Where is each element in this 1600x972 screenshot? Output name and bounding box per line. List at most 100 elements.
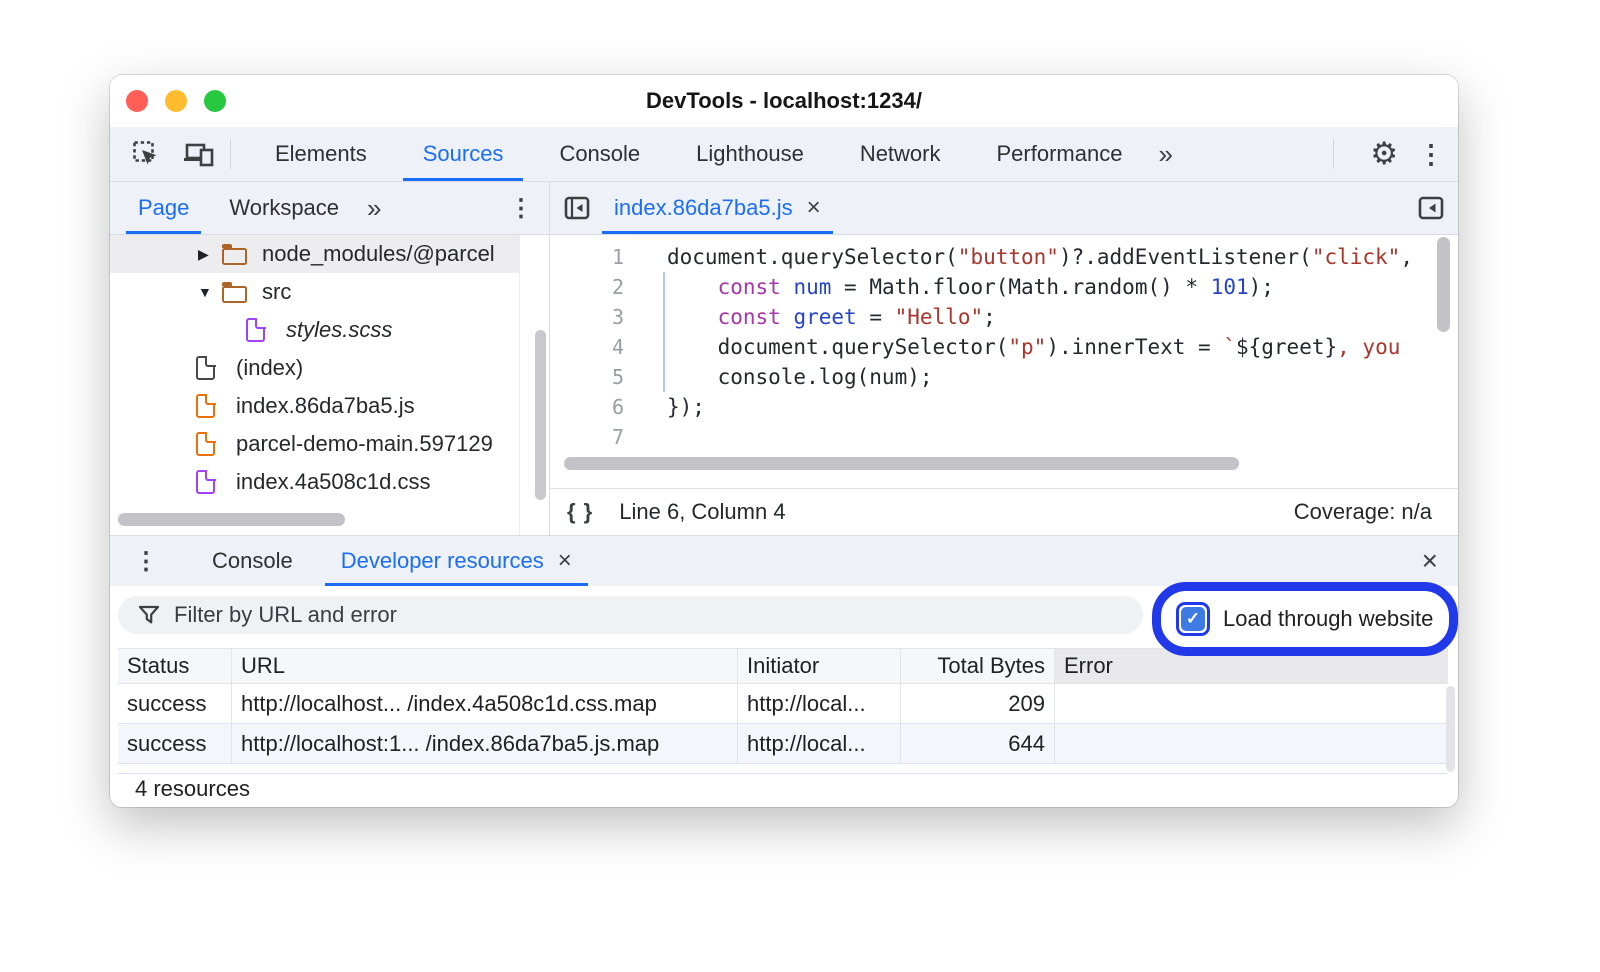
panel-tab-elements[interactable]: Elements <box>247 127 395 181</box>
tree-item-label: src <box>262 279 291 305</box>
line-number[interactable]: 6 <box>550 392 624 422</box>
load-through-website-checkbox[interactable]: ✓ <box>1176 602 1210 636</box>
line-number[interactable]: 3 <box>550 302 624 332</box>
tree-item-label: parcel-demo-main.597129 <box>236 431 493 457</box>
table-row[interactable]: successhttp://localhost... /index.4a508c… <box>118 684 1448 724</box>
inspect-element-icon[interactable] <box>132 140 160 168</box>
close-tab-icon[interactable]: × <box>807 194 821 222</box>
close-icon[interactable]: × <box>558 547 572 575</box>
line-number[interactable]: 2 <box>550 272 624 302</box>
code-text[interactable]: console.log(num); <box>667 362 933 392</box>
tree-item-styles-scss[interactable]: styles.scss <box>110 311 519 349</box>
traffic-lights <box>126 90 226 112</box>
drawer-menu-icon[interactable]: ⋮ <box>134 547 158 576</box>
code-text[interactable]: document.querySelector("button")?.addEve… <box>667 242 1413 272</box>
panel-tab-sources[interactable]: Sources <box>395 127 532 181</box>
window-title: DevTools - localhost:1234/ <box>110 75 1458 127</box>
line-number[interactable]: 7 <box>550 422 624 452</box>
panel-tab-performance[interactable]: Performance <box>969 127 1151 181</box>
tree-item-label: styles.scss <box>286 317 392 343</box>
table-vertical-scrollbar[interactable] <box>1446 686 1455 772</box>
navigator-tab-page[interactable]: Page <box>118 182 209 234</box>
code-text[interactable]: const greet = "Hello"; <box>667 302 996 332</box>
code-line: 6}); <box>550 392 1458 422</box>
chevron-collapsed-icon[interactable]: ▶ <box>198 246 222 263</box>
code-text[interactable]: const num = Math.floor(Math.random() * 1… <box>667 272 1274 302</box>
sidebar-horizontal-scrollbar[interactable] <box>118 513 345 526</box>
code-editor[interactable]: 1 document.querySelector("button")?.addEv… <box>550 235 1458 488</box>
customize-menu-icon[interactable]: ⋮ <box>1418 139 1444 170</box>
device-toolbar-icon[interactable] <box>184 141 214 167</box>
tree-item-label: (index) <box>236 355 303 381</box>
drawer-tabs: Console Developer resources× <box>188 536 596 586</box>
column-header-url[interactable]: URL <box>232 649 738 683</box>
cell-error <box>1055 724 1448 763</box>
titlebar: DevTools - localhost:1234/ <box>110 75 1458 127</box>
editor-vertical-scrollbar[interactable] <box>1437 237 1450 332</box>
cell-total-bytes: 209 <box>901 684 1055 723</box>
drawer-tab-console[interactable]: Console <box>188 536 317 586</box>
panel-tab-console[interactable]: Console <box>531 127 668 181</box>
resources-table: StatusURLInitiatorTotal BytesErrorsucces… <box>118 648 1448 774</box>
drawer-tab-bar: ⋮ Console Developer resources× × <box>110 536 1458 586</box>
drawer-tab-developer-resources[interactable]: Developer resources× <box>317 536 596 586</box>
toolbar-divider <box>230 139 231 169</box>
code-text[interactable]: document.querySelector("p").innerText = … <box>667 332 1400 362</box>
line-number[interactable]: 1 <box>550 242 624 272</box>
editor-horizontal-scrollbar[interactable] <box>564 457 1239 470</box>
file-icon <box>196 356 215 380</box>
tree-item-index-86da7ba5-js[interactable]: index.86da7ba5.js <box>110 387 519 425</box>
cursor-position: Line 6, Column 4 <box>619 499 785 525</box>
line-number[interactable]: 4 <box>550 332 624 362</box>
pretty-print-icon[interactable]: { } <box>567 499 593 525</box>
panel-tab-lighthouse[interactable]: Lighthouse <box>668 127 832 181</box>
tree-item-index-4a508c1d-css[interactable]: index.4a508c1d.css <box>110 463 519 501</box>
column-header-initiator[interactable]: Initiator <box>738 649 901 683</box>
tab-label: Lighthouse <box>696 141 804 167</box>
tree-item-index[interactable]: (index) <box>110 349 519 387</box>
close-drawer-icon[interactable]: × <box>1422 536 1438 586</box>
tree-item-src[interactable]: ▼ src <box>110 273 519 311</box>
cell-url: http://localhost... /index.4a508c1d.css.… <box>232 684 738 723</box>
editor-tab-bar: index.86da7ba5.js × <box>550 182 1458 235</box>
more-navigator-tabs-icon[interactable]: » <box>359 193 389 224</box>
toggle-debugger-sidebar-icon[interactable] <box>1418 195 1444 221</box>
settings-gear-icon[interactable]: ⚙ <box>1370 136 1398 172</box>
column-header-status[interactable]: Status <box>118 649 232 683</box>
sidebar-vertical-scrollbar[interactable] <box>535 330 546 500</box>
annotation-highlight: ✓ Load through website <box>1152 582 1458 656</box>
column-header-total-bytes[interactable]: Total Bytes <box>901 649 1055 683</box>
navigator-tab-bar: PageWorkspace » ⋮ <box>110 182 549 235</box>
navigator-tab-workspace[interactable]: Workspace <box>209 182 359 234</box>
tab-label: Network <box>860 141 941 167</box>
editor-tab-index-86da7ba5-js[interactable]: index.86da7ba5.js × <box>600 182 835 234</box>
code-text[interactable]: }); <box>667 392 705 422</box>
panel-tab-network[interactable]: Network <box>832 127 969 181</box>
hide-navigator-icon[interactable] <box>564 195 590 221</box>
minimize-window-button[interactable] <box>165 90 187 112</box>
coverage-status: Coverage: n/a <box>1294 499 1432 525</box>
code-line: 1 document.querySelector("button")?.addEv… <box>550 242 1458 272</box>
chevron-expanded-icon[interactable]: ▼ <box>198 284 222 300</box>
maximize-window-button[interactable] <box>204 90 226 112</box>
table-row[interactable]: successhttp://localhost:1... /index.86da… <box>118 724 1448 764</box>
file-icon <box>246 318 265 342</box>
more-panels-icon[interactable]: » <box>1150 139 1180 170</box>
close-window-button[interactable] <box>126 90 148 112</box>
tab-label: Console <box>212 548 293 574</box>
filter-input[interactable] <box>174 602 1054 628</box>
filter-bar[interactable] <box>118 596 1143 634</box>
folder-icon <box>222 248 247 265</box>
sources-panel: PageWorkspace » ⋮ ▶ node_modules/@parcel ▼… <box>110 182 1458 535</box>
code-line: 2 const num = Math.floor(Math.random() *… <box>550 272 1458 302</box>
navigator-menu-icon[interactable]: ⋮ <box>509 194 533 223</box>
tree-item-parcel-demo-main-597129[interactable]: parcel-demo-main.597129 <box>110 425 519 463</box>
tree-item-node-modules-parcel[interactable]: ▶ node_modules/@parcel <box>110 235 519 273</box>
tab-label: Elements <box>275 141 367 167</box>
load-through-website-label[interactable]: Load through website <box>1223 606 1433 632</box>
cell-initiator: http://local... <box>738 724 901 763</box>
tree-item-label: node_modules/@parcel <box>262 241 495 267</box>
line-number[interactable]: 5 <box>550 362 624 392</box>
tree-item-label: index.4a508c1d.css <box>236 469 430 495</box>
file-icon <box>196 394 215 418</box>
